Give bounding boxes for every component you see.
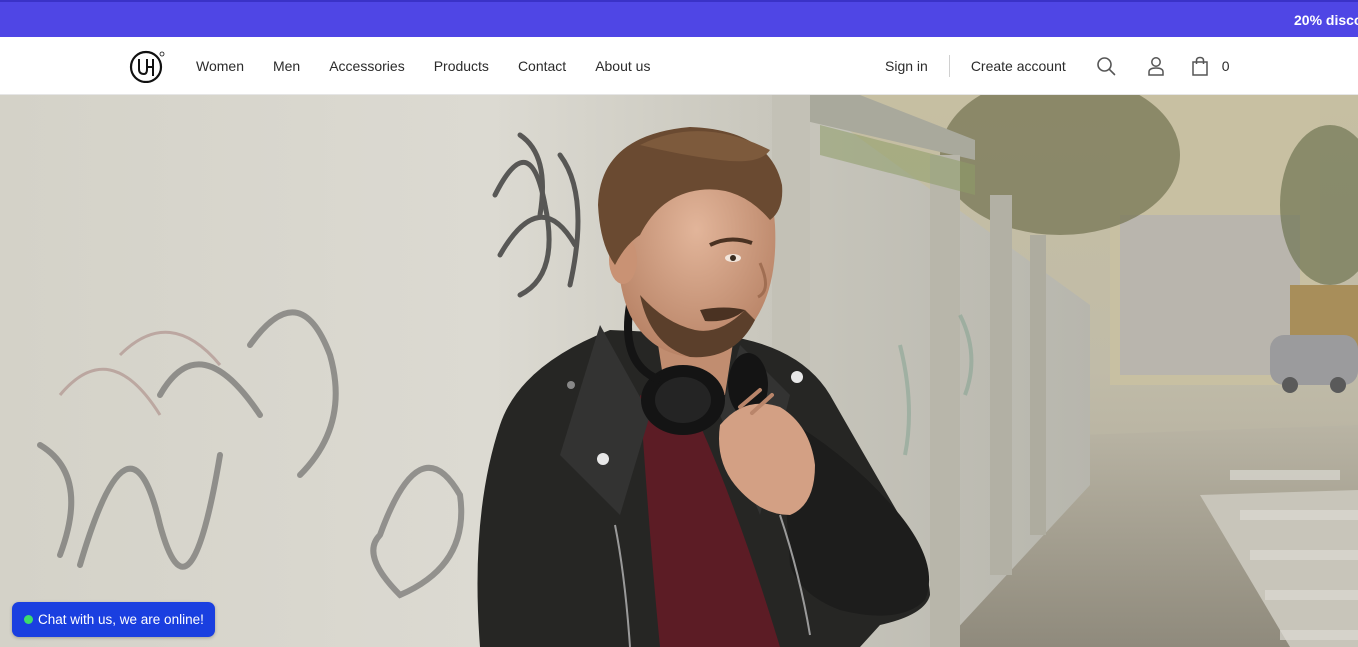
nav-item-men[interactable]: Men [273, 58, 300, 74]
hero-image [0, 95, 1358, 647]
announcement-bar: 20% disco [0, 0, 1358, 37]
account-nav: Sign in Create account 0 [885, 37, 1230, 95]
nav-item-accessories[interactable]: Accessories [329, 58, 404, 74]
nav-item-contact[interactable]: Contact [518, 58, 566, 74]
site-header: Women Men Accessories Products Contact A… [0, 37, 1358, 95]
shopping-bag-icon[interactable] [1191, 56, 1209, 76]
nav-item-women[interactable]: Women [196, 58, 244, 74]
nav-divider [948, 55, 950, 77]
online-status-dot [24, 615, 33, 624]
main-nav: Women Men Accessories Products Contact A… [196, 37, 679, 95]
brand-logo-icon[interactable] [128, 49, 166, 84]
sign-in-link[interactable]: Sign in [885, 58, 928, 74]
hero-banner [0, 95, 1358, 647]
search-icon[interactable] [1096, 56, 1116, 76]
create-account-link[interactable]: Create account [971, 58, 1066, 74]
announcement-text: 20% disco [1294, 12, 1358, 28]
user-icon[interactable] [1147, 56, 1165, 76]
chat-widget-label: Chat with us, we are online! [38, 612, 204, 627]
chat-widget-button[interactable]: Chat with us, we are online! [12, 602, 215, 637]
nav-item-about-us[interactable]: About us [595, 58, 650, 74]
nav-item-products[interactable]: Products [434, 58, 489, 74]
cart-count[interactable]: 0 [1222, 58, 1230, 74]
